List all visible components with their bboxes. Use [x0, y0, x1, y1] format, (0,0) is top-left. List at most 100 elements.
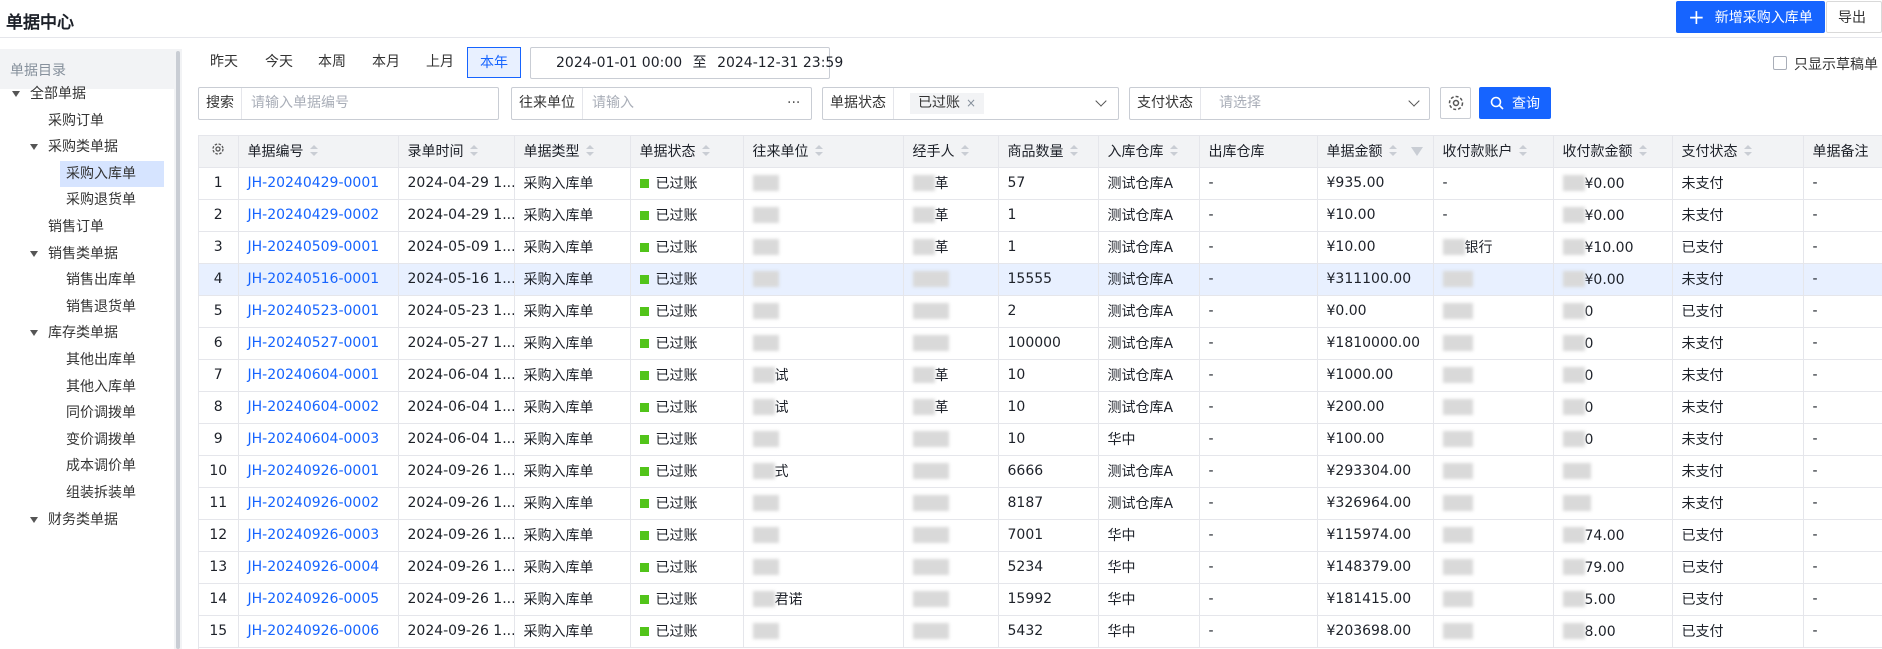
search-input[interactable]: 请输入单据编号 — [251, 88, 349, 119]
sort-icon[interactable] — [1388, 145, 1397, 157]
settings-button[interactable] — [1440, 87, 1471, 119]
draft-only-checkbox[interactable] — [1773, 56, 1787, 70]
range-button[interactable]: 本周 — [316, 47, 348, 78]
sidebar-item[interactable]: 组装拆装单 — [66, 480, 136, 506]
doc-status-filter[interactable]: 单据状态 已过账 × — [822, 87, 1119, 120]
sidebar-item[interactable]: 财务类单据 — [48, 507, 118, 533]
table-row[interactable]: 6 JH-20240527-0001 2024-05-27 1... 采购入库单 已过账… — [199, 327, 1882, 360]
column-header[interactable]: 单据状态 — [630, 136, 744, 168]
table-row[interactable]: 15 JH-20240926-0006 2024-09-26 1... 采购入库单 已过… — [199, 615, 1882, 648]
cell-no[interactable]: JH-20240604-0003 — [238, 423, 399, 456]
sidebar-item[interactable]: 采购类单据 — [48, 134, 118, 160]
partner-input[interactable]: 请输入 — [592, 88, 634, 119]
cell-no[interactable]: JH-20240926-0001 — [238, 455, 399, 488]
table-row[interactable]: 7 JH-20240604-0001 2024-06-04 1... 采购入库单 已过账… — [199, 359, 1882, 392]
column-header[interactable]: 商品数量 — [998, 136, 1099, 168]
table-row[interactable]: 5 JH-20240523-0001 2024-05-23 1... 采购入库单 已过账… — [199, 295, 1882, 328]
cell-no[interactable]: JH-20240527-0001 — [238, 327, 399, 360]
column-header[interactable]: 经手人 — [903, 136, 999, 168]
range-button[interactable]: 本月 — [370, 47, 402, 78]
more-icon[interactable]: ··· — [787, 88, 800, 119]
sidebar-item[interactable]: 其他出库单 — [66, 347, 136, 373]
sidebar-item[interactable]: 销售订单 — [48, 214, 104, 240]
range-button[interactable]: 昨天 — [208, 47, 240, 78]
sidebar-item[interactable]: 采购退货单 — [66, 187, 136, 213]
chevron-down-icon[interactable] — [30, 250, 38, 257]
sort-icon[interactable] — [814, 145, 823, 157]
sort-icon[interactable] — [1169, 145, 1178, 157]
sort-icon[interactable] — [960, 145, 969, 157]
sort-icon[interactable] — [585, 145, 594, 157]
column-header[interactable]: 单据编号 — [238, 136, 399, 168]
sidebar-item[interactable]: 销售退货单 — [66, 294, 136, 320]
table-row[interactable]: 10 JH-20240926-0001 2024-09-26 1... 采购入库单 已过… — [199, 455, 1882, 488]
column-header[interactable]: 支付状态 — [1672, 136, 1804, 168]
sort-icon[interactable] — [309, 145, 318, 157]
cell-no[interactable]: JH-20240523-0001 — [238, 295, 399, 328]
query-button[interactable]: 查询 — [1479, 87, 1551, 119]
sidebar-item[interactable]: 销售类单据 — [48, 241, 118, 267]
table-row[interactable]: 13 JH-20240926-0004 2024-09-26 1... 采购入库单 已过… — [199, 551, 1882, 584]
sidebar-item[interactable]: 变价调拨单 — [66, 427, 136, 453]
sidebar-item[interactable]: 同价调拨单 — [66, 400, 136, 426]
range-button[interactable]: 上月 — [424, 47, 456, 78]
column-header[interactable]: 单据类型 — [514, 136, 631, 168]
column-header[interactable]: 入库仓库 — [1098, 136, 1200, 168]
date-range-picker[interactable]: 2024-01-01 00:00 至 2024-12-31 23:59 — [530, 47, 843, 79]
cell-no[interactable]: JH-20240516-0001 — [238, 263, 399, 296]
sidebar-item[interactable]: 全部单据 — [30, 81, 86, 107]
export-button[interactable]: 导出 — [1826, 1, 1882, 33]
table-row[interactable]: 8 JH-20240604-0002 2024-06-04 1... 采购入库单 已过账… — [199, 391, 1882, 424]
column-header[interactable]: 出库仓库 — [1199, 136, 1318, 168]
cell-no[interactable]: JH-20240429-0002 — [238, 199, 399, 232]
table-row[interactable]: 3 JH-20240509-0001 2024-05-09 1... 采购入库单 已过账… — [199, 231, 1882, 264]
column-header[interactable]: 单据备注 — [1803, 136, 1882, 168]
column-settings-cell[interactable] — [199, 136, 239, 168]
close-icon[interactable]: × — [966, 96, 976, 110]
cell-no[interactable]: JH-20240926-0006 — [238, 615, 399, 648]
cell-no[interactable]: JH-20240429-0001 — [238, 167, 399, 200]
sort-icon[interactable] — [1069, 145, 1078, 157]
table-row[interactable]: 11 JH-20240926-0002 2024-09-26 1... 采购入库单 已过… — [199, 487, 1882, 520]
sidebar-scrollbar-thumb[interactable] — [176, 51, 180, 649]
payment-status-select[interactable]: 请选择 — [1219, 88, 1261, 119]
cell-no[interactable]: JH-20240926-0005 — [238, 583, 399, 616]
sidebar-item[interactable]: 成本调价单 — [66, 453, 136, 479]
column-header[interactable]: 录单时间 — [398, 136, 515, 168]
cell-no[interactable]: JH-20240509-0001 — [238, 231, 399, 264]
cell-no[interactable]: JH-20240604-0001 — [238, 359, 399, 392]
column-header[interactable]: 单据金额 — [1317, 136, 1434, 168]
cell-no[interactable]: JH-20240604-0002 — [238, 391, 399, 424]
table-row[interactable]: 12 JH-20240926-0003 2024-09-26 1... 采购入库单 已过… — [199, 519, 1882, 552]
range-button[interactable]: 今天 — [263, 47, 295, 78]
new-purchase-inbound-button[interactable]: + 新增采购入库单 — [1676, 1, 1825, 33]
table-row[interactable]: 4 JH-20240516-0001 2024-05-16 1... 采购入库单 已过账… — [199, 263, 1882, 296]
sidebar-item[interactable]: 采购订单 — [48, 108, 104, 134]
range-button[interactable]: 本年 — [467, 47, 521, 78]
column-header[interactable]: 收付款账户 — [1433, 136, 1554, 168]
sidebar-item[interactable]: 其他入库单 — [66, 374, 136, 400]
sort-icon[interactable] — [701, 145, 710, 157]
cell-no[interactable]: JH-20240926-0004 — [238, 551, 399, 584]
chevron-down-icon[interactable] — [30, 144, 38, 151]
column-header[interactable]: 往来单位 — [743, 136, 904, 168]
sort-icon[interactable] — [1743, 145, 1752, 157]
sort-icon[interactable] — [469, 145, 478, 157]
sidebar-item[interactable]: 采购入库单 — [60, 160, 164, 187]
filter-icon[interactable] — [1410, 147, 1423, 157]
table-row[interactable]: 14 JH-20240926-0005 2024-09-26 1... 采购入库单 已过… — [199, 583, 1882, 616]
sort-icon[interactable] — [1518, 145, 1527, 157]
chevron-down-icon[interactable] — [12, 91, 20, 97]
sidebar-item[interactable]: 库存类单据 — [48, 320, 118, 346]
column-header[interactable]: 收付款金额 — [1553, 136, 1673, 168]
chevron-down-icon[interactable] — [30, 330, 38, 337]
table-row[interactable]: 2 JH-20240429-0002 2024-04-29 1... 采购入库单 已过账… — [199, 199, 1882, 232]
cell-no[interactable]: JH-20240926-0002 — [238, 487, 399, 520]
cell-no[interactable]: JH-20240926-0003 — [238, 519, 399, 552]
chevron-down-icon[interactable] — [30, 516, 38, 523]
sort-icon[interactable] — [1638, 145, 1647, 157]
table-row[interactable]: 9 JH-20240604-0003 2024-06-04 1... 采购入库单 已过账… — [199, 423, 1882, 456]
payment-status-filter[interactable]: 支付状态 请选择 — [1129, 87, 1430, 120]
sidebar-item[interactable]: 销售出库单 — [66, 267, 136, 293]
table-row[interactable]: 1 JH-20240429-0001 2024-04-29 1... 采购入库单 已过账… — [199, 167, 1882, 200]
